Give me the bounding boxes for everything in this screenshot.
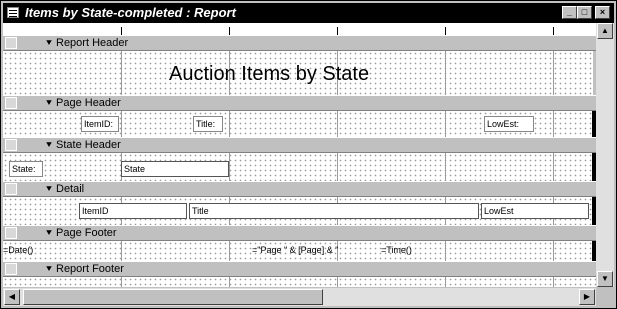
page-header-grid[interactable]: ItemID: Title: LowEst: (3, 111, 596, 137)
state-label[interactable]: State: (9, 161, 43, 177)
page-expression[interactable]: ="Page " & [Page] & " (250, 243, 378, 259)
section-selector[interactable] (5, 227, 17, 239)
report-design-window: Items by State-completed : Report _ □ × … (0, 0, 617, 309)
state-header-grid[interactable]: State: State (3, 153, 596, 181)
section-label-page-header: Page Header (56, 97, 121, 109)
section-selector[interactable] (5, 97, 17, 109)
lowest-field[interactable]: LowEst (481, 203, 589, 219)
minimize-button[interactable]: _ (562, 6, 577, 19)
section-bar-state-header[interactable]: ⯆ State Header (3, 137, 596, 153)
close-button[interactable]: × (595, 6, 610, 19)
section-bar-page-header[interactable]: ⯆ Page Header (3, 95, 596, 111)
scrollbar-corner (596, 288, 614, 306)
title-label[interactable]: Title: (193, 116, 223, 132)
detail-grid[interactable]: ItemID Title LowEst (3, 197, 596, 225)
scroll-left-button[interactable]: ◀ (4, 289, 20, 305)
window-title: Items by State-completed : Report (25, 5, 236, 20)
itemid-field[interactable]: ItemID (79, 203, 187, 219)
itemid-label[interactable]: ItemID: (81, 116, 119, 132)
page-footer-grid[interactable]: =Date() ="Page " & [Page] & " =Time() (3, 241, 596, 261)
lowest-label[interactable]: LowEst: (484, 116, 534, 132)
section-selector[interactable] (5, 139, 17, 151)
time-expression[interactable]: =Time() (379, 243, 439, 259)
maximize-button[interactable]: □ (577, 6, 592, 19)
section-selector[interactable] (5, 37, 17, 49)
section-label-page-footer: Page Footer (56, 227, 117, 239)
scroll-up-button[interactable]: ▲ (597, 23, 613, 39)
section-marker-icon: ⯆ (45, 228, 53, 239)
state-field[interactable]: State (121, 161, 229, 177)
scroll-down-button[interactable]: ▼ (597, 271, 613, 287)
section-label-detail: Detail (56, 183, 85, 195)
section-label-state-header: State Header (56, 139, 121, 151)
report-title-label[interactable]: Auction Items by State (167, 61, 393, 89)
section-selector[interactable] (5, 263, 17, 275)
section-marker-icon: ⯆ (45, 98, 53, 109)
horizontal-scroll-thumb[interactable] (23, 289, 323, 305)
section-label-report-footer: Report Footer (56, 263, 124, 275)
title-bar[interactable]: Items by State-completed : Report _ □ × (3, 3, 614, 23)
horizontal-scrollbar[interactable]: ◀ ▶ (3, 288, 596, 306)
section-marker-icon: ⯆ (45, 264, 53, 275)
scroll-right-button[interactable]: ▶ (579, 289, 595, 305)
section-bar-report-footer[interactable]: ⯆ Report Footer (3, 261, 596, 277)
section-marker-icon: ⯆ (45, 184, 53, 195)
vertical-scrollbar[interactable]: ▲ ▼ (596, 23, 614, 287)
title-field[interactable]: Title (189, 203, 479, 219)
section-bar-detail[interactable]: ⯆ Detail (3, 181, 596, 197)
report-window-icon[interactable] (7, 7, 19, 18)
section-bar-page-footer[interactable]: ⯆ Page Footer (3, 225, 596, 241)
report-design-surface: ⯆ Report Header Auction Items by State ⯆ P… (3, 35, 596, 287)
section-label-report-header: Report Header (56, 37, 129, 49)
section-selector[interactable] (5, 183, 17, 195)
section-marker-icon: ⯆ (45, 38, 53, 49)
section-marker-icon: ⯆ (45, 140, 53, 151)
report-header-grid[interactable]: Auction Items by State (3, 51, 596, 95)
section-bar-report-header[interactable]: ⯆ Report Header (3, 35, 596, 51)
date-expression[interactable]: =Date() (3, 243, 63, 259)
report-footer-grid[interactable] (3, 277, 596, 287)
